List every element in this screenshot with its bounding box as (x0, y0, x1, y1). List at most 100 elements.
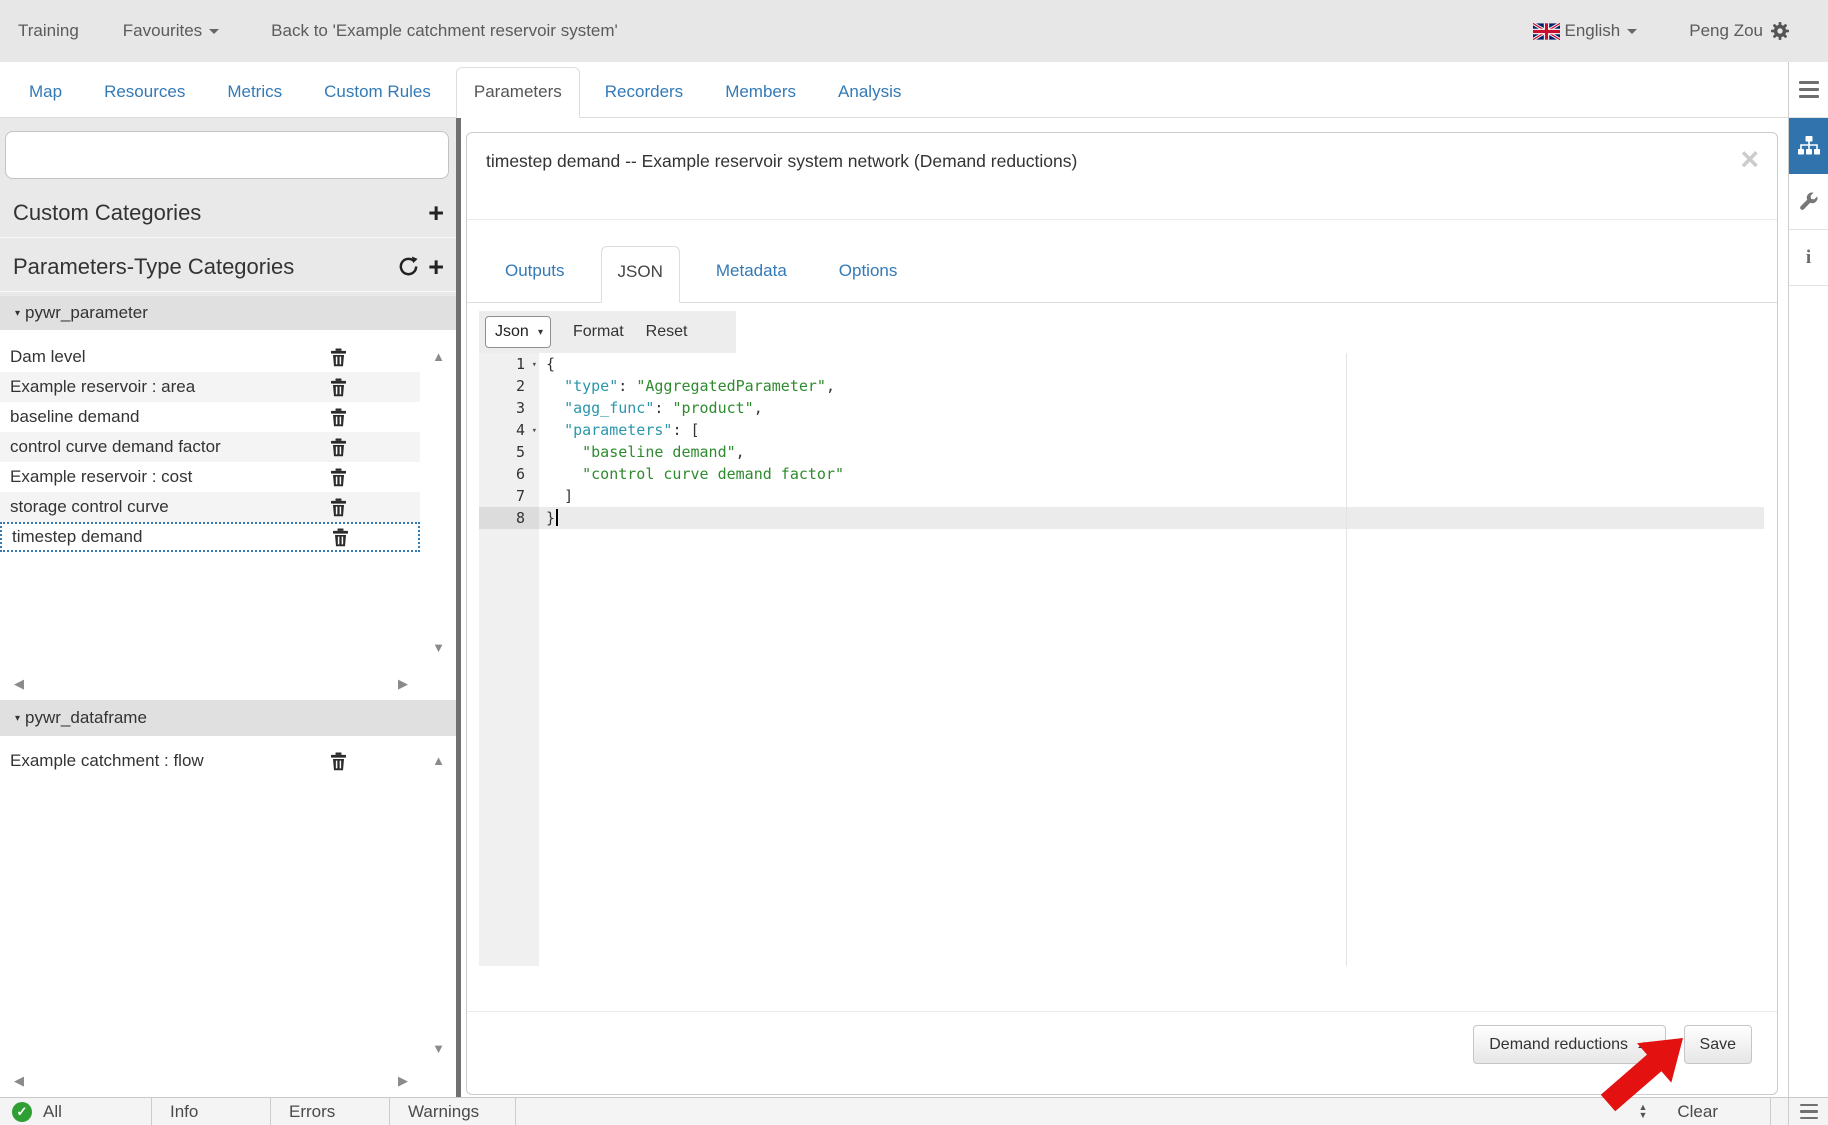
list-item[interactable]: Dam level (0, 342, 420, 372)
editor-code-area[interactable]: { "type": "AggregatedParameter", "agg_fu… (539, 353, 1764, 966)
scroll-left-icon[interactable]: ◀ (14, 1074, 24, 1087)
panel-tab-outputs[interactable]: Outputs (489, 246, 581, 302)
tab-parameters[interactable]: Parameters (456, 67, 580, 118)
panel-tab-metadata[interactable]: Metadata (700, 246, 803, 302)
scroll-right-icon[interactable]: ▶ (398, 677, 408, 690)
code-line[interactable]: "agg_func": "product", (539, 397, 1764, 419)
scroll-up-icon[interactable]: ▲ (432, 350, 445, 363)
custom-categories-label: Custom Categories (13, 200, 201, 226)
rail-network-button[interactable] (1789, 118, 1828, 174)
scroll-up-icon[interactable]: ▲ (432, 754, 445, 767)
statusbar-menu-button[interactable] (1788, 1097, 1828, 1125)
code-token: ] (564, 487, 573, 505)
clear-button[interactable]: Clear (1677, 1102, 1718, 1122)
tab-recorders[interactable]: Recorders (588, 68, 700, 117)
refresh-categories-button[interactable] (397, 255, 420, 278)
language-selector[interactable]: English (1533, 21, 1638, 41)
gear-icon[interactable] (1770, 21, 1790, 41)
code-line[interactable]: "type": "AggregatedParameter", (539, 375, 1764, 397)
group-header-pywr-dataframe[interactable]: ▾ pywr_dataframe (0, 700, 456, 737)
code-token (546, 487, 564, 505)
dropup-label: Demand reductions (1489, 1036, 1628, 1054)
code-line[interactable]: { (539, 353, 1764, 375)
status-filter-all[interactable]: ✓All (0, 1098, 152, 1125)
back-link[interactable]: Back to 'Example catchment reservoir sys… (271, 21, 618, 41)
trash-icon[interactable] (330, 438, 347, 457)
hamburger-icon (1799, 81, 1819, 98)
list-item[interactable]: Example catchment : flow (0, 746, 420, 776)
list-item[interactable]: storage control curve (0, 492, 420, 522)
tab-members[interactable]: Members (708, 68, 813, 117)
status-filter-info[interactable]: Info (152, 1098, 271, 1125)
category-search-input[interactable] (5, 131, 449, 179)
scroll-left-icon[interactable]: ◀ (14, 677, 24, 690)
list-item[interactable]: baseline demand (0, 402, 420, 432)
tab-map[interactable]: Map (12, 68, 79, 117)
code-line[interactable]: ] (539, 485, 1764, 507)
tab-analysis[interactable]: Analysis (821, 68, 918, 117)
nav-training[interactable]: Training (18, 21, 79, 41)
code-line[interactable]: "control curve demand factor" (539, 463, 1764, 485)
fold-caret-icon[interactable]: ▾ (532, 420, 537, 442)
list-item[interactable]: Example reservoir : area (0, 372, 420, 402)
uk-flag-icon (1533, 23, 1560, 40)
trash-icon[interactable] (330, 378, 347, 397)
rail-tools-button[interactable] (1789, 174, 1828, 230)
group-name: pywr_parameter (25, 303, 148, 323)
trash-icon[interactable] (330, 348, 347, 367)
reset-button[interactable]: Reset (646, 323, 688, 341)
trash-icon[interactable] (330, 468, 347, 487)
list-item[interactable]: timestep demand (0, 522, 420, 552)
code-token: "AggregatedParameter" (636, 377, 826, 395)
panel-tab-options[interactable]: Options (823, 246, 914, 302)
scroll-down-icon[interactable]: ▼ (432, 1042, 445, 1055)
editor-mode-select[interactable]: Json ▾ (485, 316, 551, 348)
tab-custom-rules[interactable]: Custom Rules (307, 68, 448, 117)
panel-tab-json[interactable]: JSON (601, 246, 680, 303)
user-menu[interactable]: Peng Zou (1689, 21, 1790, 41)
json-code-editor[interactable]: 1▾234▾5678 { "type": "AggregatedParamete… (479, 353, 1764, 966)
status-filter-errors[interactable]: Errors (271, 1098, 390, 1125)
editor-mode-value: Json (495, 323, 529, 341)
group-header-pywr-parameter[interactable]: ▾ pywr_parameter (0, 296, 456, 331)
code-line[interactable]: } (539, 507, 1764, 529)
sort-icon[interactable]: ▲ ▼ (1638, 1104, 1647, 1119)
status-bar: ✓AllInfoErrorsWarnings ▲ ▼ Clear (0, 1097, 1788, 1125)
rail-menu-button[interactable] (1789, 62, 1828, 118)
code-token: : [ (672, 421, 699, 439)
trash-icon[interactable] (330, 408, 347, 427)
statusbar-divider (1770, 1098, 1771, 1125)
caret-up-icon (1638, 1042, 1650, 1048)
add-custom-category-button[interactable]: + (428, 201, 444, 225)
close-icon[interactable]: × (1740, 141, 1759, 178)
code-line[interactable]: "baseline demand", (539, 441, 1764, 463)
scroll-down-icon[interactable]: ▼ (432, 641, 445, 654)
format-button[interactable]: Format (573, 323, 624, 341)
trash-icon[interactable] (330, 498, 347, 517)
caret-down-icon: ▾ (15, 308, 20, 319)
language-label: English (1565, 21, 1621, 41)
trash-icon[interactable] (330, 752, 347, 771)
fold-caret-icon[interactable]: ▾ (532, 354, 537, 376)
list-item[interactable]: control curve demand factor (0, 432, 420, 462)
main-area: timestep demand -- Example reservoir sys… (461, 118, 1788, 1097)
demand-reductions-dropup-button[interactable]: Demand reductions (1473, 1025, 1666, 1064)
code-token: "type" (564, 377, 618, 395)
code-token: : (654, 399, 672, 417)
trash-icon[interactable] (332, 528, 349, 547)
code-line[interactable]: "parameters": [ (539, 419, 1764, 441)
nav-favourites[interactable]: Favourites (123, 21, 219, 41)
save-button[interactable]: Save (1684, 1025, 1752, 1064)
rail-info-button[interactable]: i (1789, 230, 1828, 286)
tab-metrics[interactable]: Metrics (210, 68, 299, 117)
scroll-right-icon[interactable]: ▶ (398, 1074, 408, 1087)
list-item-label: storage control curve (10, 497, 169, 516)
list-item[interactable]: Example reservoir : cost (0, 462, 420, 492)
tab-resources[interactable]: Resources (87, 68, 202, 117)
status-filter-warnings[interactable]: Warnings (390, 1098, 516, 1125)
panel-tab-bar: Outputs JSON Metadata Options (467, 246, 1777, 303)
code-token: } (546, 509, 555, 527)
code-token (546, 465, 582, 483)
parameter-type-categories-header: Parameters-Type Categories + (0, 242, 456, 292)
add-parameter-type-category-button[interactable]: + (428, 255, 444, 279)
